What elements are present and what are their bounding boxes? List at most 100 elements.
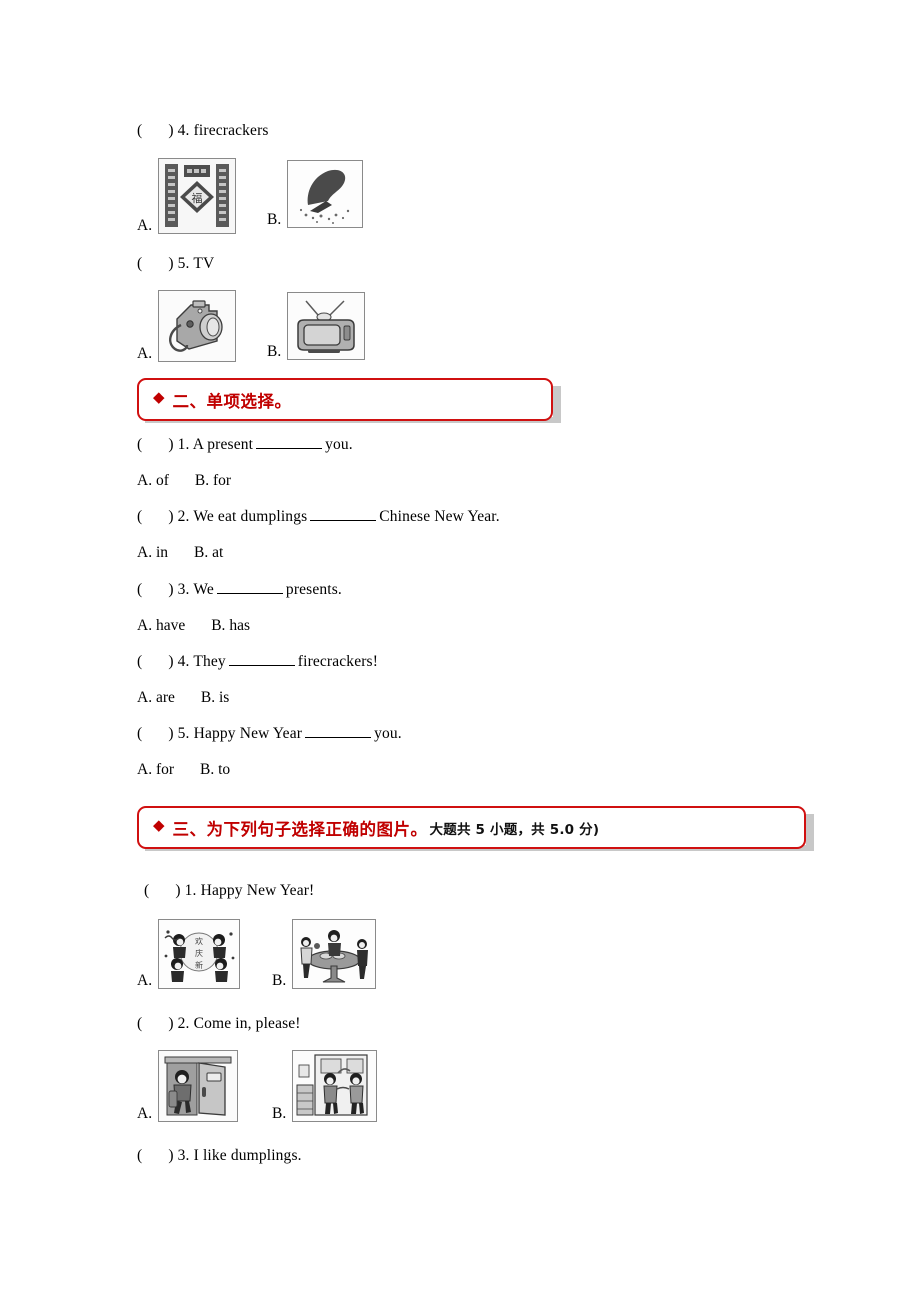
picture-option-s1q5-a[interactable]: A. (137, 290, 237, 362)
answer-blank[interactable] (216, 580, 283, 594)
svg-text:庆: 庆 (195, 948, 203, 958)
option-label-b: B. (267, 211, 282, 228)
question-number: 3. (177, 1147, 190, 1164)
question-number: 1. (177, 436, 190, 453)
camera-picture (158, 290, 237, 362)
section-two-banner: ◆ 二、单项选择。 (137, 378, 553, 421)
question-stem-before: We eat dumplings (193, 508, 308, 525)
question-number: 5. (177, 255, 190, 272)
question-stem-before: We (193, 581, 214, 598)
picture-option-s3q2-b[interactable]: B. (272, 1050, 378, 1122)
option-b-label: B. (211, 617, 226, 634)
picture-option-s3q1-b[interactable]: B. (272, 919, 377, 989)
picture-option-s3q1-a[interactable]: A. 欢 庆 新 (137, 919, 241, 989)
question-number: 3. (177, 581, 190, 598)
answer-blank[interactable] (310, 507, 377, 521)
picture-option-s1q4-b[interactable]: B. (267, 160, 364, 228)
question-line-s3q3: () 3. I like dumplings. (137, 1147, 302, 1164)
question-line-s2q5: () 5. Happy New Year you. (137, 724, 402, 742)
question-line-s3q1: () 1. Happy New Year! (144, 882, 315, 899)
question-number: 1. (184, 882, 197, 899)
option-label-a: A. (137, 1105, 153, 1122)
option-label-a: A. (137, 217, 153, 234)
question-text: TV (193, 255, 215, 272)
family-at-dinner-table-picture (292, 919, 377, 989)
question-stem-after: you. (374, 725, 402, 742)
option-a-label: A. (137, 472, 153, 489)
question-stem-after: you. (325, 436, 353, 453)
option-a-text[interactable]: of (156, 472, 169, 489)
worksheet-page: () 4. firecrackers A. 福 B. () 5. TV A. … (0, 0, 920, 1302)
question-text: firecrackers (193, 122, 269, 139)
option-label-b: B. (272, 1105, 287, 1122)
question-text: Happy New Year! (200, 882, 315, 899)
option-label-a: A. (137, 972, 153, 989)
picture-option-s1q5-b[interactable]: B. (267, 292, 366, 360)
question-number: 4. (177, 653, 190, 670)
answer-blank[interactable] (228, 652, 295, 666)
section-three-score-note: 大题共 5 小题，共 5.0 分) (429, 821, 600, 838)
section-two-title: 二、单项选择。 (172, 391, 292, 411)
option-a-text[interactable]: for (156, 761, 174, 778)
paren-open: ( (137, 255, 143, 272)
question-number: 2. (177, 508, 190, 525)
answer-blank[interactable] (305, 724, 372, 738)
picture-option-s1q4-a[interactable]: A. 福 (137, 158, 237, 234)
children-celebrating-new-year-picture: 欢 庆 新 (158, 919, 241, 989)
option-label-b: B. (267, 343, 282, 360)
question-stem-before: A present (192, 436, 254, 453)
option-b-text[interactable]: is (219, 689, 229, 706)
option-a-text[interactable]: have (156, 617, 185, 634)
option-a-label: A. (137, 544, 153, 561)
options-line-s2q5: A. for B. to (137, 760, 230, 780)
section-three-title: 三、为下列句子选择正确的图片。 (172, 819, 428, 839)
question-text: I like dumplings. (193, 1147, 302, 1164)
option-a-text[interactable]: in (156, 544, 168, 561)
question-line-s2q2: () 2. We eat dumplings Chinese New Year. (137, 507, 500, 525)
question-number: 4. (177, 122, 190, 139)
question-line-s1q4: () 4. firecrackers (137, 121, 269, 141)
svg-text:欢: 欢 (195, 936, 203, 946)
option-label-a: A. (137, 345, 153, 362)
television-picture (287, 292, 366, 360)
paren-open: ( (137, 122, 143, 139)
section-two-banner-shadow (553, 386, 561, 417)
option-b-text[interactable]: for (213, 472, 231, 489)
question-stem-before: Happy New Year (193, 725, 303, 742)
option-b-text[interactable]: to (218, 761, 230, 778)
section-three-banner: ◆ 三、为下列句子选择正确的图片。 大题共 5 小题，共 5.0 分) (137, 806, 806, 849)
option-a-text[interactable]: are (156, 689, 175, 706)
question-stem-after: presents. (285, 581, 342, 598)
options-line-s2q4: A. are B. is (137, 688, 229, 708)
options-line-s2q3: A. have B. has (137, 616, 250, 636)
question-number: 2. (177, 1015, 190, 1032)
question-line-s2q4: () 4. They firecrackers! (137, 652, 379, 670)
options-line-s2q2: A. in B. at (137, 543, 223, 563)
answer-blank[interactable] (256, 435, 323, 449)
option-label-b: B. (272, 972, 287, 989)
question-line-s3q2: () 2. Come in, please! (137, 1015, 301, 1032)
picture-option-s3q2-a[interactable]: A. (137, 1050, 239, 1122)
paren-close: ) (168, 255, 174, 272)
option-a-label: A. (137, 689, 153, 706)
svg-text:福: 福 (192, 191, 203, 205)
options-line-s2q1: A. of B. for (137, 471, 231, 491)
option-a-label: A. (137, 761, 153, 778)
question-text: Come in, please! (193, 1015, 301, 1032)
boy-entering-door-picture (158, 1050, 239, 1122)
guests-greeting-at-doorway-picture (292, 1050, 378, 1122)
option-b-text[interactable]: at (212, 544, 223, 561)
option-b-label: B. (200, 761, 215, 778)
question-stem-after: firecrackers! (297, 653, 379, 670)
diamond-bullet-icon: ◆ (153, 390, 165, 406)
option-b-text[interactable]: has (229, 617, 250, 634)
paren-close: ) (168, 122, 174, 139)
question-number: 5. (177, 725, 190, 742)
option-b-label: B. (194, 472, 210, 489)
question-line-s2q3: () 3. We presents. (137, 580, 342, 598)
question-line-s2q1: () 1. A present you. (137, 435, 353, 453)
question-stem-after: Chinese New Year. (379, 508, 500, 525)
firecracker-explosion-picture (287, 160, 364, 228)
question-line-s1q5: () 5. TV (137, 254, 214, 274)
option-a-label: A. (137, 617, 153, 634)
